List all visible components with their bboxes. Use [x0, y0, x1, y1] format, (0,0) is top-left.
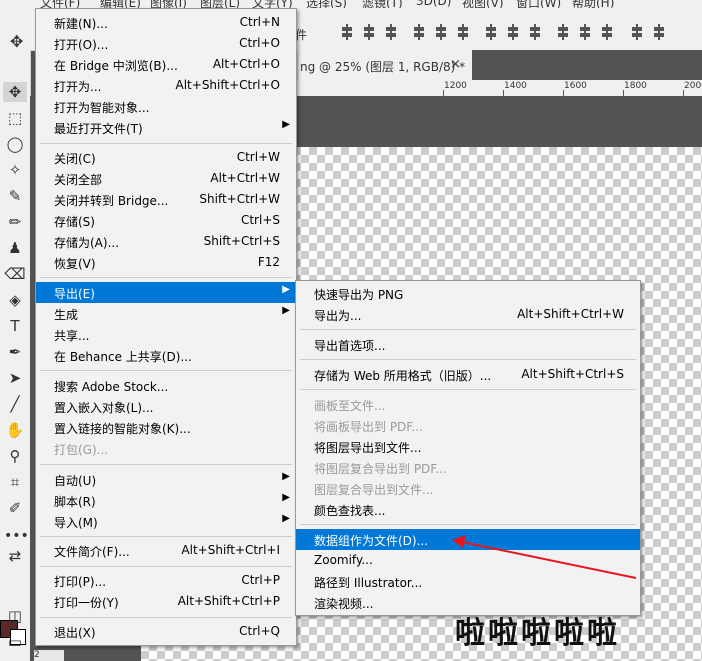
annotation-arrow-head	[452, 535, 466, 548]
annotation-arrow	[452, 535, 637, 579]
annotation-arrow-line	[461, 541, 637, 579]
